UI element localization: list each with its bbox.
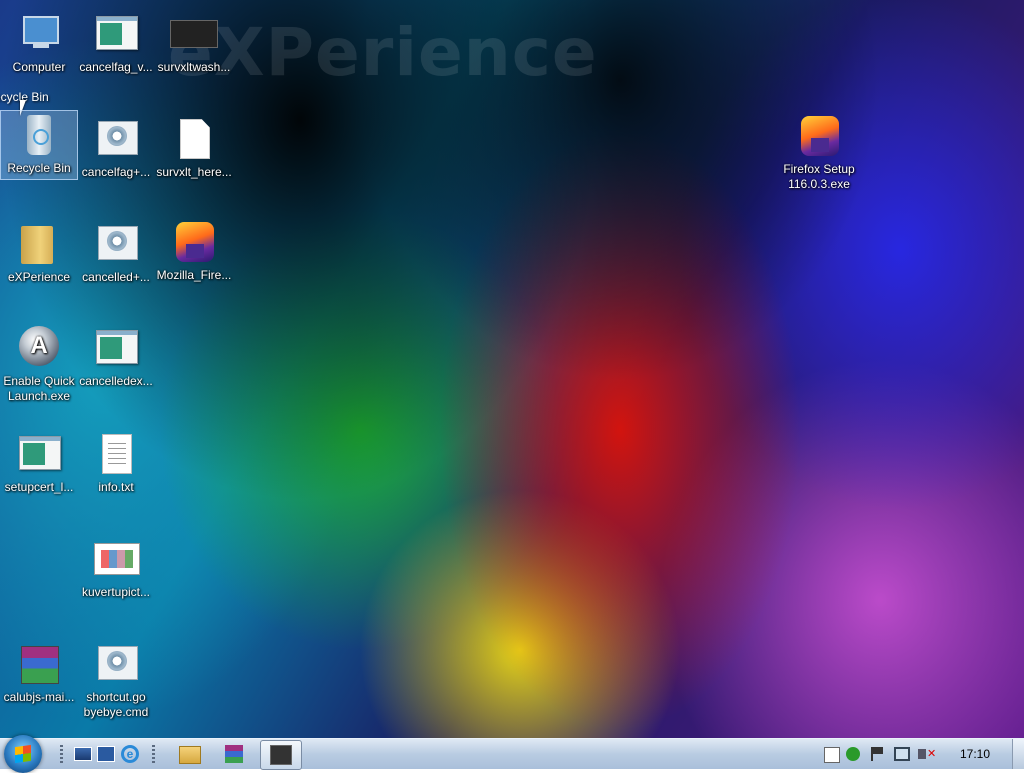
icon-label: kuvertupict... xyxy=(81,585,151,599)
computer-icon xyxy=(23,16,59,48)
switch-windows-icon xyxy=(97,746,115,762)
text-file-icon xyxy=(102,434,132,474)
icon-label: cancelfag+... xyxy=(81,165,151,179)
quick-launch-show-desktop[interactable] xyxy=(72,743,94,765)
icon-label: info.txt xyxy=(98,480,134,494)
show-desktop-icon xyxy=(74,747,92,761)
icon-label: setupcert_l... xyxy=(4,480,74,494)
windows-logo-icon xyxy=(15,744,31,764)
icon-label: cancelled+... xyxy=(82,270,150,284)
icon-label: Firefox Setup 116.0.3.exe xyxy=(783,162,855,191)
taskbar: e 17:10 xyxy=(0,735,1024,773)
internet-explorer-icon: e xyxy=(121,745,139,763)
tray-security-shield-icon[interactable] xyxy=(846,747,860,761)
desktop-icon-cancelfag-plus[interactable]: cancelfag+... xyxy=(78,115,154,180)
desktop-icon-setupcert[interactable]: setupcert_l... xyxy=(1,430,77,495)
rar-archive-icon xyxy=(225,745,243,763)
start-button[interactable] xyxy=(4,735,42,773)
folder-icon xyxy=(179,746,201,764)
desktop-icon-calubjs-main[interactable]: calubjs-mai... xyxy=(1,640,77,705)
icon-label: Enable Quick Launch.exe xyxy=(3,374,75,403)
taskbar-clock[interactable]: 17:10 xyxy=(950,747,1000,761)
aqua-app-icon: A xyxy=(19,326,59,366)
desktop-icon-info-txt[interactable]: info.txt xyxy=(78,430,154,495)
image-thumbnail-icon xyxy=(170,20,218,48)
desktop-icon-recycle-bin[interactable]: Recycle Bin xyxy=(0,110,78,180)
icon-label: eXPerience xyxy=(7,270,71,284)
blank-file-icon xyxy=(180,119,210,159)
tray-action-center-flag-icon[interactable] xyxy=(871,747,887,761)
tray-document-icon[interactable] xyxy=(824,747,840,763)
desktop-icon-kuvertupict[interactable]: kuvertupict... xyxy=(78,535,154,600)
desktop-icon-firefox-setup[interactable]: Firefox Setup 116.0.3.exe xyxy=(780,112,858,192)
window-app-icon xyxy=(96,330,138,364)
taskbar-windows-explorer[interactable] xyxy=(178,743,201,765)
window-app-icon xyxy=(19,436,61,470)
taskbar-winrar[interactable] xyxy=(223,743,245,765)
tray-speaker-muted-icon[interactable] xyxy=(918,747,936,760)
icon-label: calubjs-mai... xyxy=(3,690,75,704)
icon-label: Recycle Bin xyxy=(7,161,71,175)
icon-label: cancelledex... xyxy=(79,374,153,388)
icon-label: cancelfag_v... xyxy=(79,60,153,74)
toolbar-grip[interactable] xyxy=(152,745,155,763)
folder-icon xyxy=(21,226,53,264)
quick-launch-switch-windows[interactable] xyxy=(95,743,117,765)
picture-file-icon xyxy=(94,543,140,575)
image-viewer-icon xyxy=(270,745,292,765)
icon-label: Computer xyxy=(12,60,66,74)
icon-label: survxlt_here... xyxy=(156,165,232,179)
quick-launch-internet-explorer[interactable]: e xyxy=(119,743,141,765)
firefox-installer-icon xyxy=(176,222,214,262)
tray-network-icon[interactable] xyxy=(894,747,910,761)
icon-label: Mozilla_Fire... xyxy=(156,268,232,282)
window-app-icon xyxy=(96,16,138,50)
wallpaper-watermark: eXPerience xyxy=(168,14,598,91)
desktop[interactable]: eXPerience Computer cancelfag_v... survx… xyxy=(0,0,1024,738)
desktop-icon-cancelled-plus[interactable]: cancelled+... xyxy=(78,220,154,285)
icon-label: survxltwash... xyxy=(157,60,231,74)
icon-label: shortcut.go byebye.cmd xyxy=(83,690,149,719)
desktop-icon-cancelfag-v[interactable]: cancelfag_v... xyxy=(78,10,154,75)
desktop-icon-survxlt-here[interactable]: survxlt_here... xyxy=(156,115,232,180)
desktop-icon-shortcut-go-byebye[interactable]: shortcut.go byebye.cmd xyxy=(78,640,154,720)
settings-script-icon xyxy=(98,226,138,260)
desktop-icon-computer[interactable]: Computer xyxy=(1,10,77,75)
firefox-installer-icon xyxy=(801,116,839,156)
desktop-icon-experience[interactable]: eXPerience xyxy=(1,220,77,285)
desktop-icon-survxltwash[interactable]: survxltwash... xyxy=(156,10,232,75)
settings-script-icon xyxy=(98,646,138,680)
desktop-icon-cancelledex[interactable]: cancelledex... xyxy=(78,324,154,389)
rar-archive-icon xyxy=(21,646,59,684)
settings-script-icon xyxy=(98,121,138,155)
show-desktop-button[interactable] xyxy=(1012,739,1024,769)
recycle-bin-icon xyxy=(27,115,51,155)
desktop-icon-enable-quick-launch[interactable]: A Enable Quick Launch.exe xyxy=(1,324,77,404)
taskbar-image-viewer[interactable] xyxy=(260,740,302,770)
desktop-icon-mozilla-firefox[interactable]: Mozilla_Fire... xyxy=(156,218,232,283)
toolbar-grip[interactable] xyxy=(60,745,63,763)
